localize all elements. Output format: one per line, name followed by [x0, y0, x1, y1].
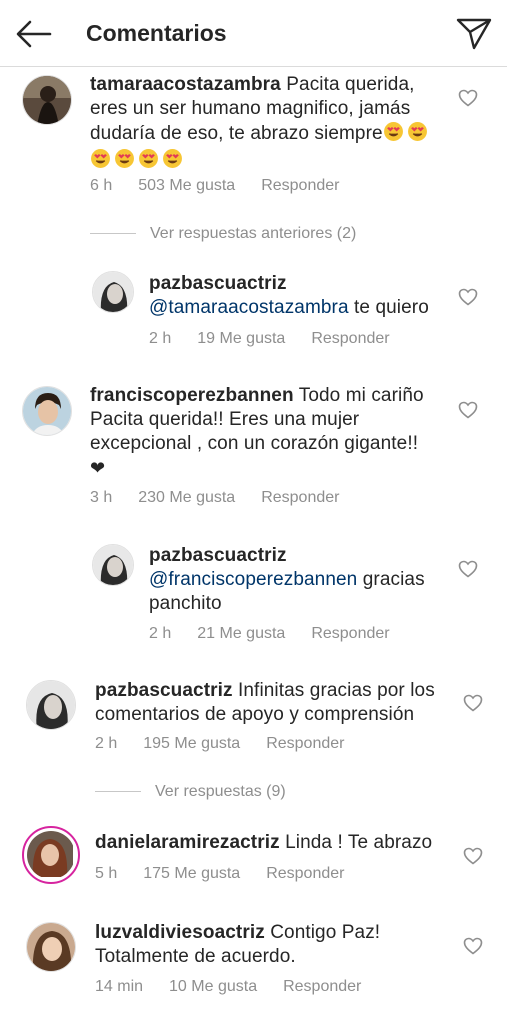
comment-time: 3 h	[90, 489, 113, 506]
avatar[interactable]	[22, 75, 72, 125]
like-button[interactable]	[458, 288, 478, 306]
heart-eyes-emoji	[383, 122, 431, 144]
comment-body: Linda ! Te abrazo	[285, 832, 433, 853]
reply-meta: 2 h 19 Me gusta Responder	[149, 329, 416, 349]
heart-outline-icon	[463, 694, 483, 712]
comment-meta: 3 h 230 Me gusta Responder	[90, 488, 365, 508]
heart-outline-icon	[463, 937, 483, 955]
comment-text: franciscoperezbannen Todo mi cariño Paci…	[90, 384, 440, 480]
like-button[interactable]	[463, 937, 483, 955]
avatar-with-story-ring[interactable]	[22, 826, 80, 884]
reply-time: 2 h	[149, 330, 172, 347]
reply-body: te quiero	[354, 297, 429, 318]
avatar-image	[27, 681, 75, 729]
reply-meta: 2 h 21 Me gusta Responder	[149, 624, 416, 644]
avatar[interactable]	[92, 544, 134, 586]
comment-username[interactable]: franciscoperezbannen	[90, 385, 294, 406]
comment-text: tamaraacostazambra Pacita querida, eres …	[90, 73, 440, 173]
reply-mention[interactable]: @franciscoperezbannen	[149, 569, 357, 590]
comment-time: 5 h	[95, 865, 118, 882]
comment-likes[interactable]: 230 Me gusta	[138, 489, 235, 506]
comment-meta: 14 min 10 Me gusta Responder	[95, 977, 387, 997]
heart-outline-icon	[458, 89, 478, 107]
avatar[interactable]	[92, 271, 134, 313]
reply-button[interactable]: Responder	[283, 978, 361, 995]
share-button[interactable]	[454, 14, 494, 52]
reply-text: pazbascuactriz @franciscoperezbannen gra…	[149, 544, 449, 616]
heart-outline-icon	[458, 560, 478, 578]
avatar[interactable]	[26, 922, 76, 972]
reply-username[interactable]: pazbascuactriz	[149, 544, 449, 568]
like-button[interactable]	[458, 89, 478, 107]
view-previous-replies-label: Ver respuestas anteriores (2)	[150, 225, 357, 242]
comment-meta: 6 h 503 Me gusta Responder	[90, 176, 365, 196]
divider-line	[90, 233, 136, 235]
comment-likes[interactable]: 175 Me gusta	[143, 865, 240, 882]
top-bar: Comentarios	[0, 0, 507, 67]
reply-text: pazbascuactriz @tamaraacostazambra te qu…	[149, 272, 449, 320]
avatar-image	[27, 831, 73, 877]
comment-username[interactable]: tamaraacostazambra	[90, 74, 281, 95]
heart-outline-icon	[458, 288, 478, 306]
reply-button[interactable]: Responder	[266, 735, 344, 752]
reply-username[interactable]: pazbascuactriz	[149, 272, 449, 296]
comment-time: 2 h	[95, 735, 118, 752]
avatar-image	[93, 272, 133, 312]
like-button[interactable]	[458, 401, 478, 419]
reply-button[interactable]: Responder	[261, 177, 339, 194]
comment-text: pazbascuactriz Infinitas gracias por los…	[95, 679, 445, 727]
comment-meta: 5 h 175 Me gusta Responder	[95, 864, 370, 884]
reply-button[interactable]: Responder	[311, 330, 389, 347]
comment-likes[interactable]: 503 Me gusta	[138, 177, 235, 194]
comment-meta: 2 h 195 Me gusta Responder	[95, 734, 370, 754]
reply-time: 2 h	[149, 625, 172, 642]
heart-emoji: ❤	[90, 458, 106, 478]
comment-likes[interactable]: 10 Me gusta	[169, 978, 257, 995]
reply-mention[interactable]: @tamaraacostazambra	[149, 297, 349, 318]
arrow-left-icon	[16, 20, 52, 48]
comment-username[interactable]: danielaramirezactriz	[95, 832, 280, 853]
avatar[interactable]	[22, 386, 72, 436]
reply-button[interactable]: Responder	[266, 865, 344, 882]
page-title: Comentarios	[86, 20, 227, 46]
heart-outline-icon	[458, 401, 478, 419]
avatar-image	[23, 76, 71, 124]
emoji-row	[90, 148, 440, 173]
back-button[interactable]	[14, 16, 54, 52]
comment-time: 6 h	[90, 177, 113, 194]
comment-likes[interactable]: 195 Me gusta	[143, 735, 240, 752]
paper-plane-icon	[456, 18, 492, 50]
comment-text: danielaramirezactriz Linda ! Te abrazo	[95, 831, 445, 855]
heart-outline-icon	[463, 847, 483, 865]
comment-time: 14 min	[95, 978, 144, 995]
view-replies-button[interactable]: Ver respuestas (9)	[95, 782, 286, 802]
reply-button[interactable]: Responder	[311, 625, 389, 642]
reply-button[interactable]: Responder	[261, 489, 339, 506]
comment-text: luzvaldiviesoactriz Contigo Paz! Totalme…	[95, 921, 445, 969]
avatar-image	[93, 545, 133, 585]
comment-username[interactable]: luzvaldiviesoactriz	[95, 922, 265, 943]
divider-line	[95, 791, 141, 793]
like-button[interactable]	[458, 560, 478, 578]
comments-screen: Comentarios tamaraacostazambra Pacita qu…	[0, 0, 507, 1024]
avatar-image	[23, 387, 71, 435]
avatar	[27, 831, 75, 879]
view-previous-replies-button[interactable]: Ver respuestas anteriores (2)	[90, 224, 356, 244]
reply-likes[interactable]: 21 Me gusta	[197, 625, 285, 642]
reply-likes[interactable]: 19 Me gusta	[197, 330, 285, 347]
avatar-image	[27, 923, 75, 971]
avatar[interactable]	[26, 680, 76, 730]
view-replies-label: Ver respuestas (9)	[155, 783, 286, 800]
comment-username[interactable]: pazbascuactriz	[95, 680, 233, 701]
like-button[interactable]	[463, 847, 483, 865]
like-button[interactable]	[463, 694, 483, 712]
